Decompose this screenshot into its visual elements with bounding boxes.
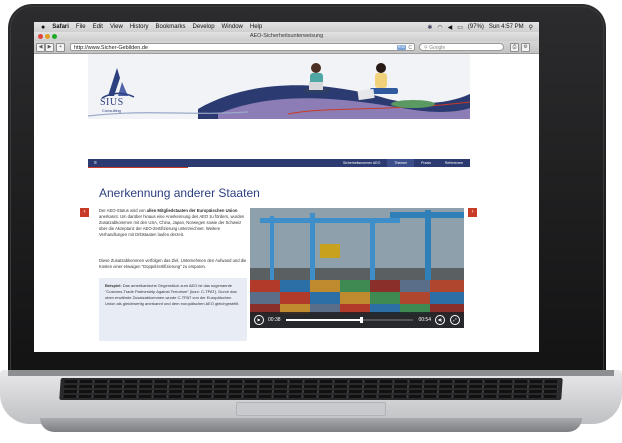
video-total-time: 00:54 [418,317,431,323]
hero-illustration [88,63,470,119]
menu-view[interactable]: View [110,24,123,30]
menu-window[interactable]: Window [222,24,243,30]
menu-help[interactable]: Help [250,24,262,30]
add-bookmark-button[interactable]: + [56,42,65,52]
menu-file[interactable]: File [76,24,86,30]
intro-text-c: anerkannt. Um darüber hinaus eine Anerke… [99,214,245,237]
bluetooth-icon[interactable]: ✱ [427,24,432,31]
reload-icon[interactable]: C [408,44,412,52]
wifi-icon[interactable]: ◠ [437,24,442,31]
window-controls [38,34,57,39]
video-progress-bar[interactable] [285,317,414,323]
menu-history[interactable]: History [130,24,149,30]
volume-button[interactable]: ◀) [435,315,445,325]
clock[interactable]: Sun 4:57 PM [489,24,524,30]
intro-text-a: Der AEO-Status wird von [99,208,147,213]
webpage: SIUS Consulting ≡ Sicherheitsnormen AEO … [34,54,539,352]
nav-item-referenzen[interactable]: Referenzen [438,159,470,167]
spotlight-icon[interactable]: ⚲ [529,24,533,31]
apple-menu-icon[interactable]: ● [41,24,45,31]
share-icon[interactable]: ⎙ [510,42,519,52]
intro-paragraph: Der AEO-Status wird von allen Mitgliedst… [99,208,249,238]
menu-bookmarks[interactable]: Bookmarks [156,24,186,30]
menu-hamburger-icon[interactable]: ≡ [94,160,97,166]
forward-button[interactable]: ▶ [45,42,54,52]
next-slide-button[interactable]: › [468,208,477,217]
menu-develop[interactable]: Develop [193,24,215,30]
back-button[interactable]: ◀ [36,42,45,52]
prev-slide-button[interactable]: ‹ [80,208,89,217]
menu-safari[interactable]: Safari [52,24,69,30]
page-heading: Anerkennung anderer Staaten [99,186,260,200]
laptop-trackpad [236,402,386,416]
nav-item-themen[interactable]: Themen [387,159,415,167]
window-title: AEO-Sicherheitsunterweisung [34,32,539,41]
battery-icon[interactable]: ▭ [457,24,463,31]
video-current-time: 00:38 [268,317,281,323]
nav-item-sicherheitsnormen[interactable]: Sicherheitsnormen AEO [336,159,387,167]
main-nav: ≡ Sicherheitsnormen AEO Themen Praxis Re… [88,159,470,167]
example-note-box: Beispiel: Das amerikanische Gegenstück z… [99,278,247,341]
note-text: Das amerikanische Gegenstück zum AEO ist… [105,283,240,306]
menu-edit[interactable]: Edit [93,24,103,30]
second-paragraph: Diese Zusatzabkommen verfolgen das Ziel,… [99,258,247,269]
nav-item-praxis[interactable]: Praxis [414,159,438,167]
settings-gear-icon[interactable]: ⚙ [521,42,530,52]
logo-text: SIUS [100,97,124,108]
battery-percent: (97%) [467,24,484,30]
browser-toolbar: ◀ ▶ + http://www.Sicher-Gebilden.de RSS … [34,41,539,54]
rss-badge[interactable]: RSS [396,45,406,50]
hero-banner [88,54,470,119]
close-window-icon[interactable] [38,34,43,39]
search-field[interactable]: ⚲ Google [419,43,504,51]
nav-accent-line [88,167,188,168]
video-progress-fill [285,319,360,321]
logo-subtitle: Consulting [102,108,121,113]
zoom-window-icon[interactable] [52,34,57,39]
search-placeholder: Google [429,45,446,51]
video-player[interactable] [250,208,464,328]
minimize-window-icon[interactable] [45,34,50,39]
note-label: Beispiel: [105,283,122,288]
laptop-keyboard [59,378,563,400]
mac-menubar: ● Safari File Edit View History Bookmark… [34,22,539,32]
intro-text-bold: allen Mitgliedstaaten der Europäischen U… [146,208,238,213]
address-url: http://www.Sicher-Gebilden.de [74,45,148,51]
laptop-base-lip [40,418,582,432]
menubar-status: ✱ ◠ ◀ ▭ (97%) Sun 4:57 PM ⚲ [427,24,533,31]
play-button[interactable]: ▶ [254,315,264,325]
screen: ● Safari File Edit View History Bookmark… [34,22,539,352]
video-scrubber-handle[interactable] [359,317,363,323]
volume-icon[interactable]: ◀ [448,24,453,31]
address-bar[interactable]: http://www.Sicher-Gebilden.de RSS C [70,43,415,51]
laptop-hinge [8,370,614,376]
fullscreen-button[interactable]: ⤢ [450,315,460,325]
video-controls: ▶ 00:38 00:54 ◀) ⤢ [250,312,464,328]
video-frame-container-terminal [250,208,464,328]
